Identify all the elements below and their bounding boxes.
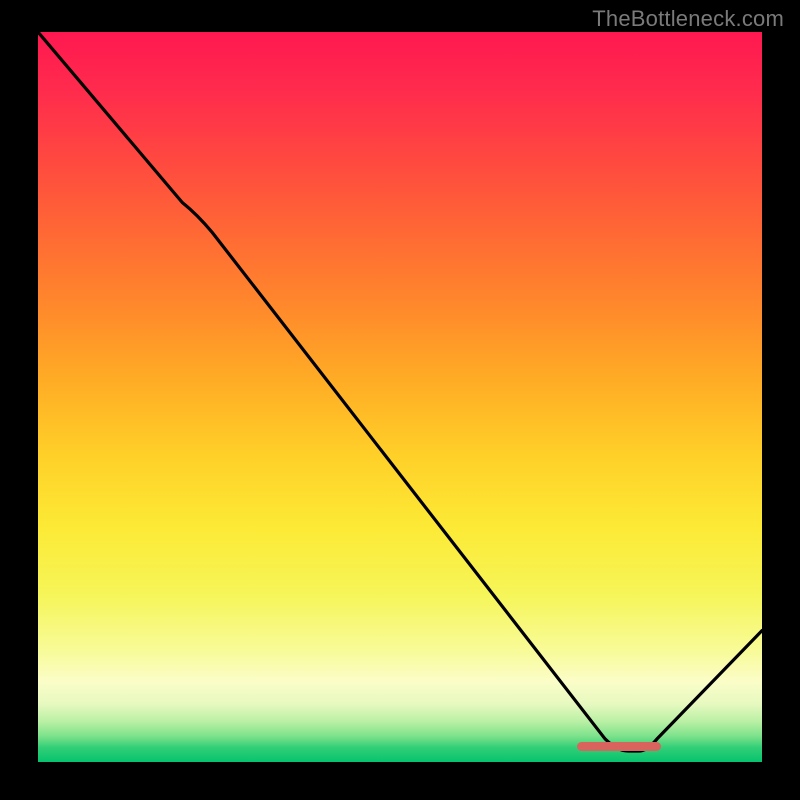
watermark-text: TheBottleneck.com bbox=[592, 6, 784, 32]
curve-layer bbox=[38, 32, 762, 762]
plot-inner bbox=[38, 32, 762, 762]
bottleneck-curve bbox=[38, 32, 762, 751]
plot-area bbox=[10, 32, 790, 790]
optimal-range-marker bbox=[577, 742, 660, 751]
